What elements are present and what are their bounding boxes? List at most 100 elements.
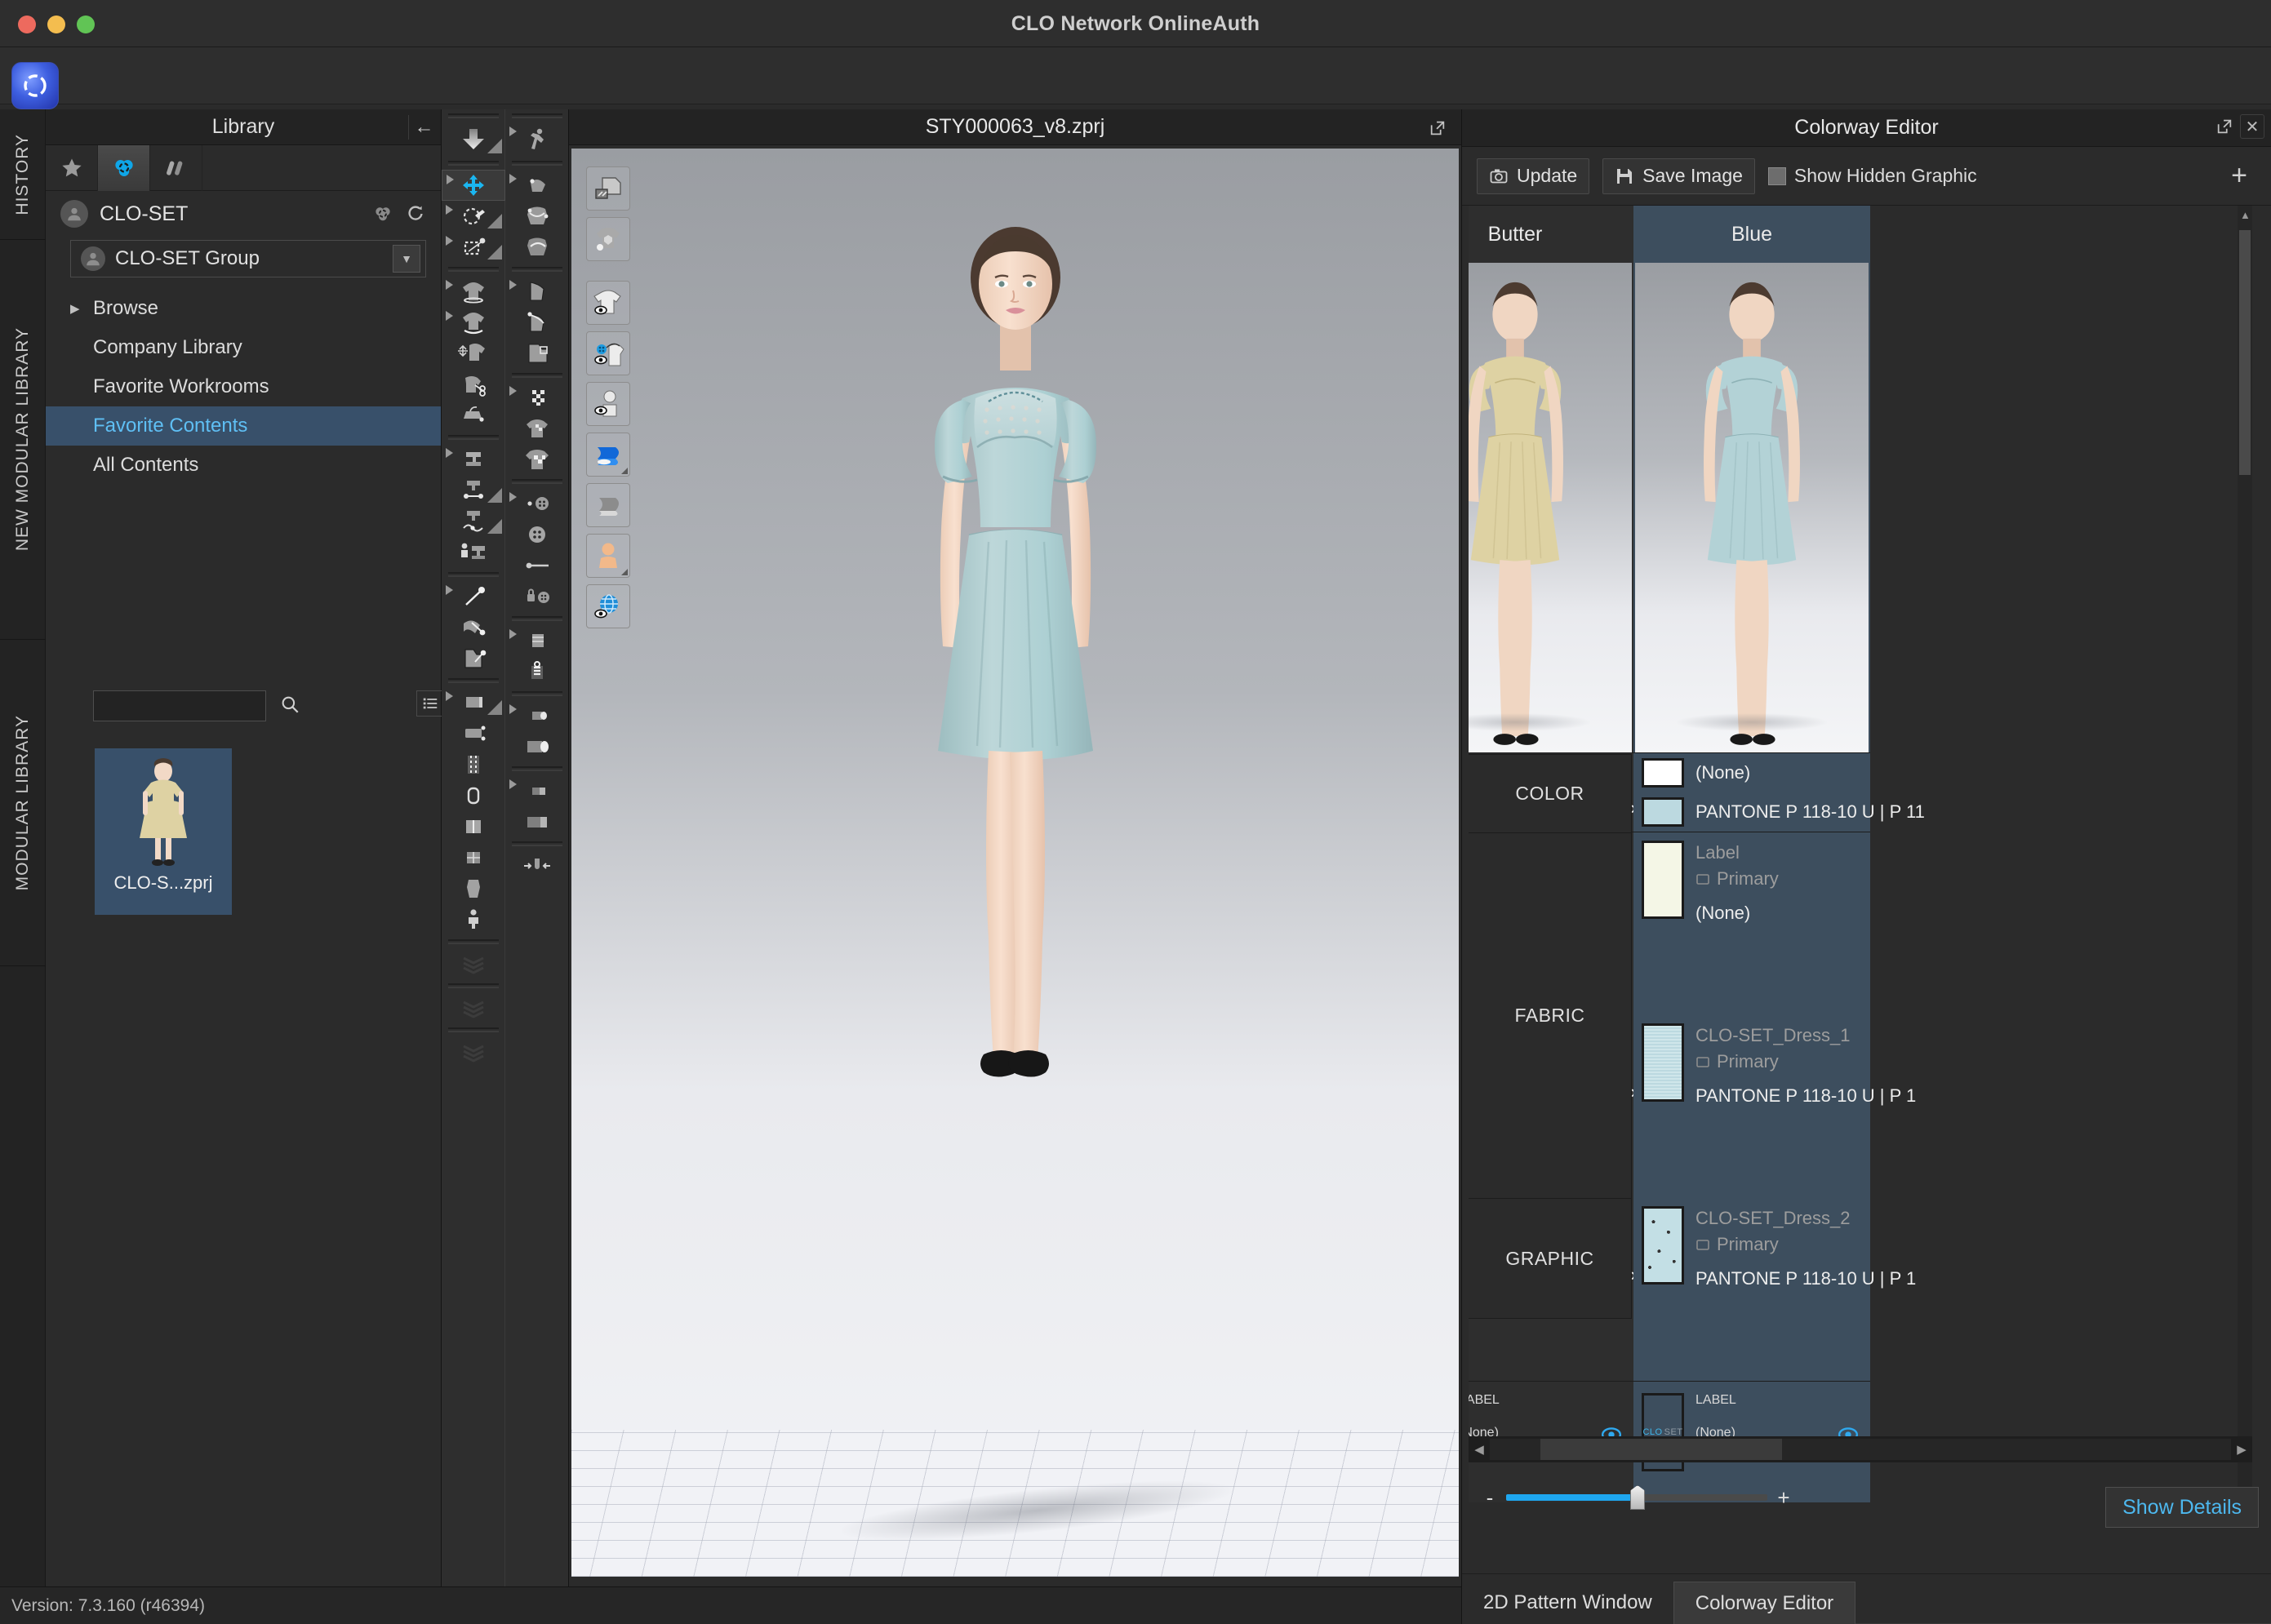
tool-curve-edit-2-icon[interactable] <box>505 232 569 263</box>
close-icon[interactable]: ✕ <box>2240 114 2264 139</box>
search-icon[interactable] <box>279 694 300 719</box>
library-tab-closet[interactable] <box>98 145 150 191</box>
tool-checker-icon[interactable] <box>505 382 569 413</box>
tool-transform-icon[interactable] <box>442 170 505 201</box>
blue-fabric-1[interactable]: CLO-SET_Dress_1 Primary PANTONE P 118-10… <box>1633 1015 1916 1198</box>
tab-colorway-editor[interactable]: Colorway Editor <box>1673 1582 1856 1624</box>
sidebar-item-all-contents[interactable]: All Contents <box>46 446 441 485</box>
blue-color-item-0[interactable]: (None) <box>1633 753 1870 792</box>
blue-fabric-2[interactable]: CLO-SET_Dress_2 Primary PANTONE P 118-10… <box>1633 1198 1916 1381</box>
sidebar-item-company-library[interactable]: Company Library <box>46 328 441 367</box>
tool-button-icon[interactable] <box>505 488 569 519</box>
tool-lock-button-icon[interactable] <box>505 581 569 612</box>
group-select[interactable]: CLO-SET Group ▼ <box>70 240 426 277</box>
tool-more-chevron-1[interactable] <box>442 948 505 979</box>
list-view-toggle-button[interactable] <box>416 690 444 717</box>
popout-icon[interactable] <box>1429 119 1447 141</box>
tool-garment-fit-icon[interactable] <box>442 307 505 338</box>
show-avatar-icon[interactable] <box>586 382 630 426</box>
tool-flatten-icon[interactable] <box>442 811 505 842</box>
blue-fabric-0[interactable]: Label Primary (None) <box>1633 832 1870 1015</box>
tool-pin-icon[interactable] <box>442 581 505 612</box>
save-image-button[interactable]: Save Image <box>1602 158 1755 194</box>
add-colorway-button[interactable]: + <box>2222 158 2256 193</box>
tool-fold-arrange-icon[interactable] <box>442 687 505 718</box>
collapse-left-icon[interactable]: ← <box>408 114 434 140</box>
color-swatch[interactable] <box>1642 797 1684 827</box>
tool-avatar-walk-icon[interactable] <box>505 122 569 157</box>
colorway-column-blue[interactable]: Blue (None) PANTONE P 118-10 U | P 11 La… <box>1633 206 1925 1502</box>
tool-sew-icon[interactable] <box>442 444 505 475</box>
list-item[interactable]: CLO-S...zprj <box>95 748 232 915</box>
tool-avatar-sew-icon[interactable] <box>442 537 505 568</box>
scroll-right-arrow-icon[interactable]: ▶ <box>2231 1442 2252 1457</box>
tool-button-large-icon[interactable] <box>505 519 569 550</box>
tool-pattern-curve-icon[interactable] <box>505 307 569 338</box>
tool-steam-icon[interactable] <box>442 400 505 431</box>
tool-checker-garment-big-icon[interactable] <box>505 444 569 475</box>
blue-color-item-1[interactable]: PANTONE P 118-10 U | P 11 <box>1633 792 1925 832</box>
tool-panel-split-large-icon[interactable] <box>505 806 569 837</box>
garment-fit-icon[interactable] <box>586 217 630 261</box>
tool-free-sew-icon[interactable] <box>442 506 505 537</box>
update-button[interactable]: Update <box>1477 158 1590 194</box>
horizontal-scroll-thumb[interactable] <box>1540 1439 1782 1460</box>
fabric-swatch[interactable] <box>1642 1023 1684 1102</box>
fabric-thickness-icon[interactable] <box>586 433 630 477</box>
tool-more-chevron-3[interactable] <box>442 1036 505 1067</box>
vertical-scroll-thumb[interactable] <box>2239 230 2251 475</box>
tool-button-hole-icon[interactable] <box>442 780 505 811</box>
tool-more-chevron-2[interactable] <box>442 992 505 1023</box>
sidebar-item-favorite-contents[interactable]: Favorite Contents <box>46 406 441 446</box>
bounding-box-icon[interactable] <box>586 166 630 211</box>
tool-garment-move-icon[interactable] <box>442 338 505 369</box>
tool-avatar-pose-icon[interactable] <box>442 904 505 935</box>
tool-pattern-outline-icon[interactable] <box>505 276 569 307</box>
tool-zipper-icon[interactable] <box>442 749 505 780</box>
tool-checker-garment-icon[interactable] <box>505 413 569 444</box>
zoom-slider[interactable] <box>1506 1485 1767 1510</box>
tool-shrink-icon[interactable] <box>505 850 569 881</box>
tool-edit-curve-icon[interactable] <box>505 170 569 201</box>
show-details-button[interactable]: Show Details <box>2105 1487 2259 1528</box>
library-tab-fabric[interactable] <box>150 145 202 191</box>
clo-sync-icon[interactable] <box>372 203 393 224</box>
tool-brush-select-icon[interactable] <box>442 201 505 232</box>
rail-tab-history[interactable]: HISTORY <box>0 109 46 240</box>
tool-panel-split-small-icon[interactable] <box>505 775 569 806</box>
colorway-vertical-scrollbar[interactable]: ▲ ▼ <box>2238 206 2252 1521</box>
tool-pattern-box-icon[interactable] <box>505 338 569 369</box>
scroll-up-arrow-icon[interactable]: ▲ <box>2240 209 2251 221</box>
surface-shade-icon[interactable] <box>586 483 630 527</box>
zoom-in-button[interactable]: + <box>1767 1485 1800 1511</box>
popout-icon[interactable] <box>2215 118 2233 135</box>
sidebar-item-favorite-workrooms[interactable]: Favorite Workrooms <box>46 367 441 406</box>
tool-trim-icon[interactable] <box>505 625 569 656</box>
tool-bodysuit-icon[interactable] <box>442 873 505 904</box>
fabric-swatch[interactable] <box>1642 841 1684 919</box>
tab-2d-pattern-window[interactable]: 2D Pattern Window <box>1462 1582 1673 1624</box>
zoom-slider-handle[interactable] <box>1630 1485 1645 1510</box>
refresh-icon[interactable] <box>405 203 426 224</box>
tool-roll-small-icon[interactable] <box>505 700 569 731</box>
tool-pattern-pin-icon[interactable] <box>442 643 505 674</box>
rail-tab-modular-library[interactable]: MODULAR LIBRARY <box>0 640 46 966</box>
search-input[interactable] <box>93 690 266 721</box>
tool-cut-garment-icon[interactable] <box>442 369 505 400</box>
tool-garment-icon[interactable] <box>442 276 505 307</box>
tool-arrange-points-icon[interactable] <box>442 718 505 749</box>
environment-globe-icon[interactable] <box>586 584 630 628</box>
tool-segment-sew-icon[interactable] <box>442 475 505 506</box>
scroll-left-arrow-icon[interactable]: ◀ <box>1469 1442 1490 1457</box>
tool-zipper-alt-icon[interactable] <box>505 656 569 687</box>
colorway-horizontal-scrollbar[interactable]: ◀ ▶ <box>1469 1436 2252 1462</box>
tool-fold-pin-icon[interactable] <box>442 612 505 643</box>
skin-offset-icon[interactable] <box>586 534 630 578</box>
zoom-out-button[interactable]: - <box>1473 1485 1506 1511</box>
chevron-down-icon[interactable]: ▼ <box>393 245 420 273</box>
rail-tab-new-modular-library[interactable]: NEW MODULAR LIBRARY <box>0 240 46 640</box>
tool-snap-icon[interactable] <box>505 550 569 581</box>
tool-rect-select-icon[interactable] <box>442 232 505 263</box>
fabric-swatch[interactable] <box>1642 1206 1684 1285</box>
tool-curve-point-icon[interactable] <box>505 201 569 232</box>
